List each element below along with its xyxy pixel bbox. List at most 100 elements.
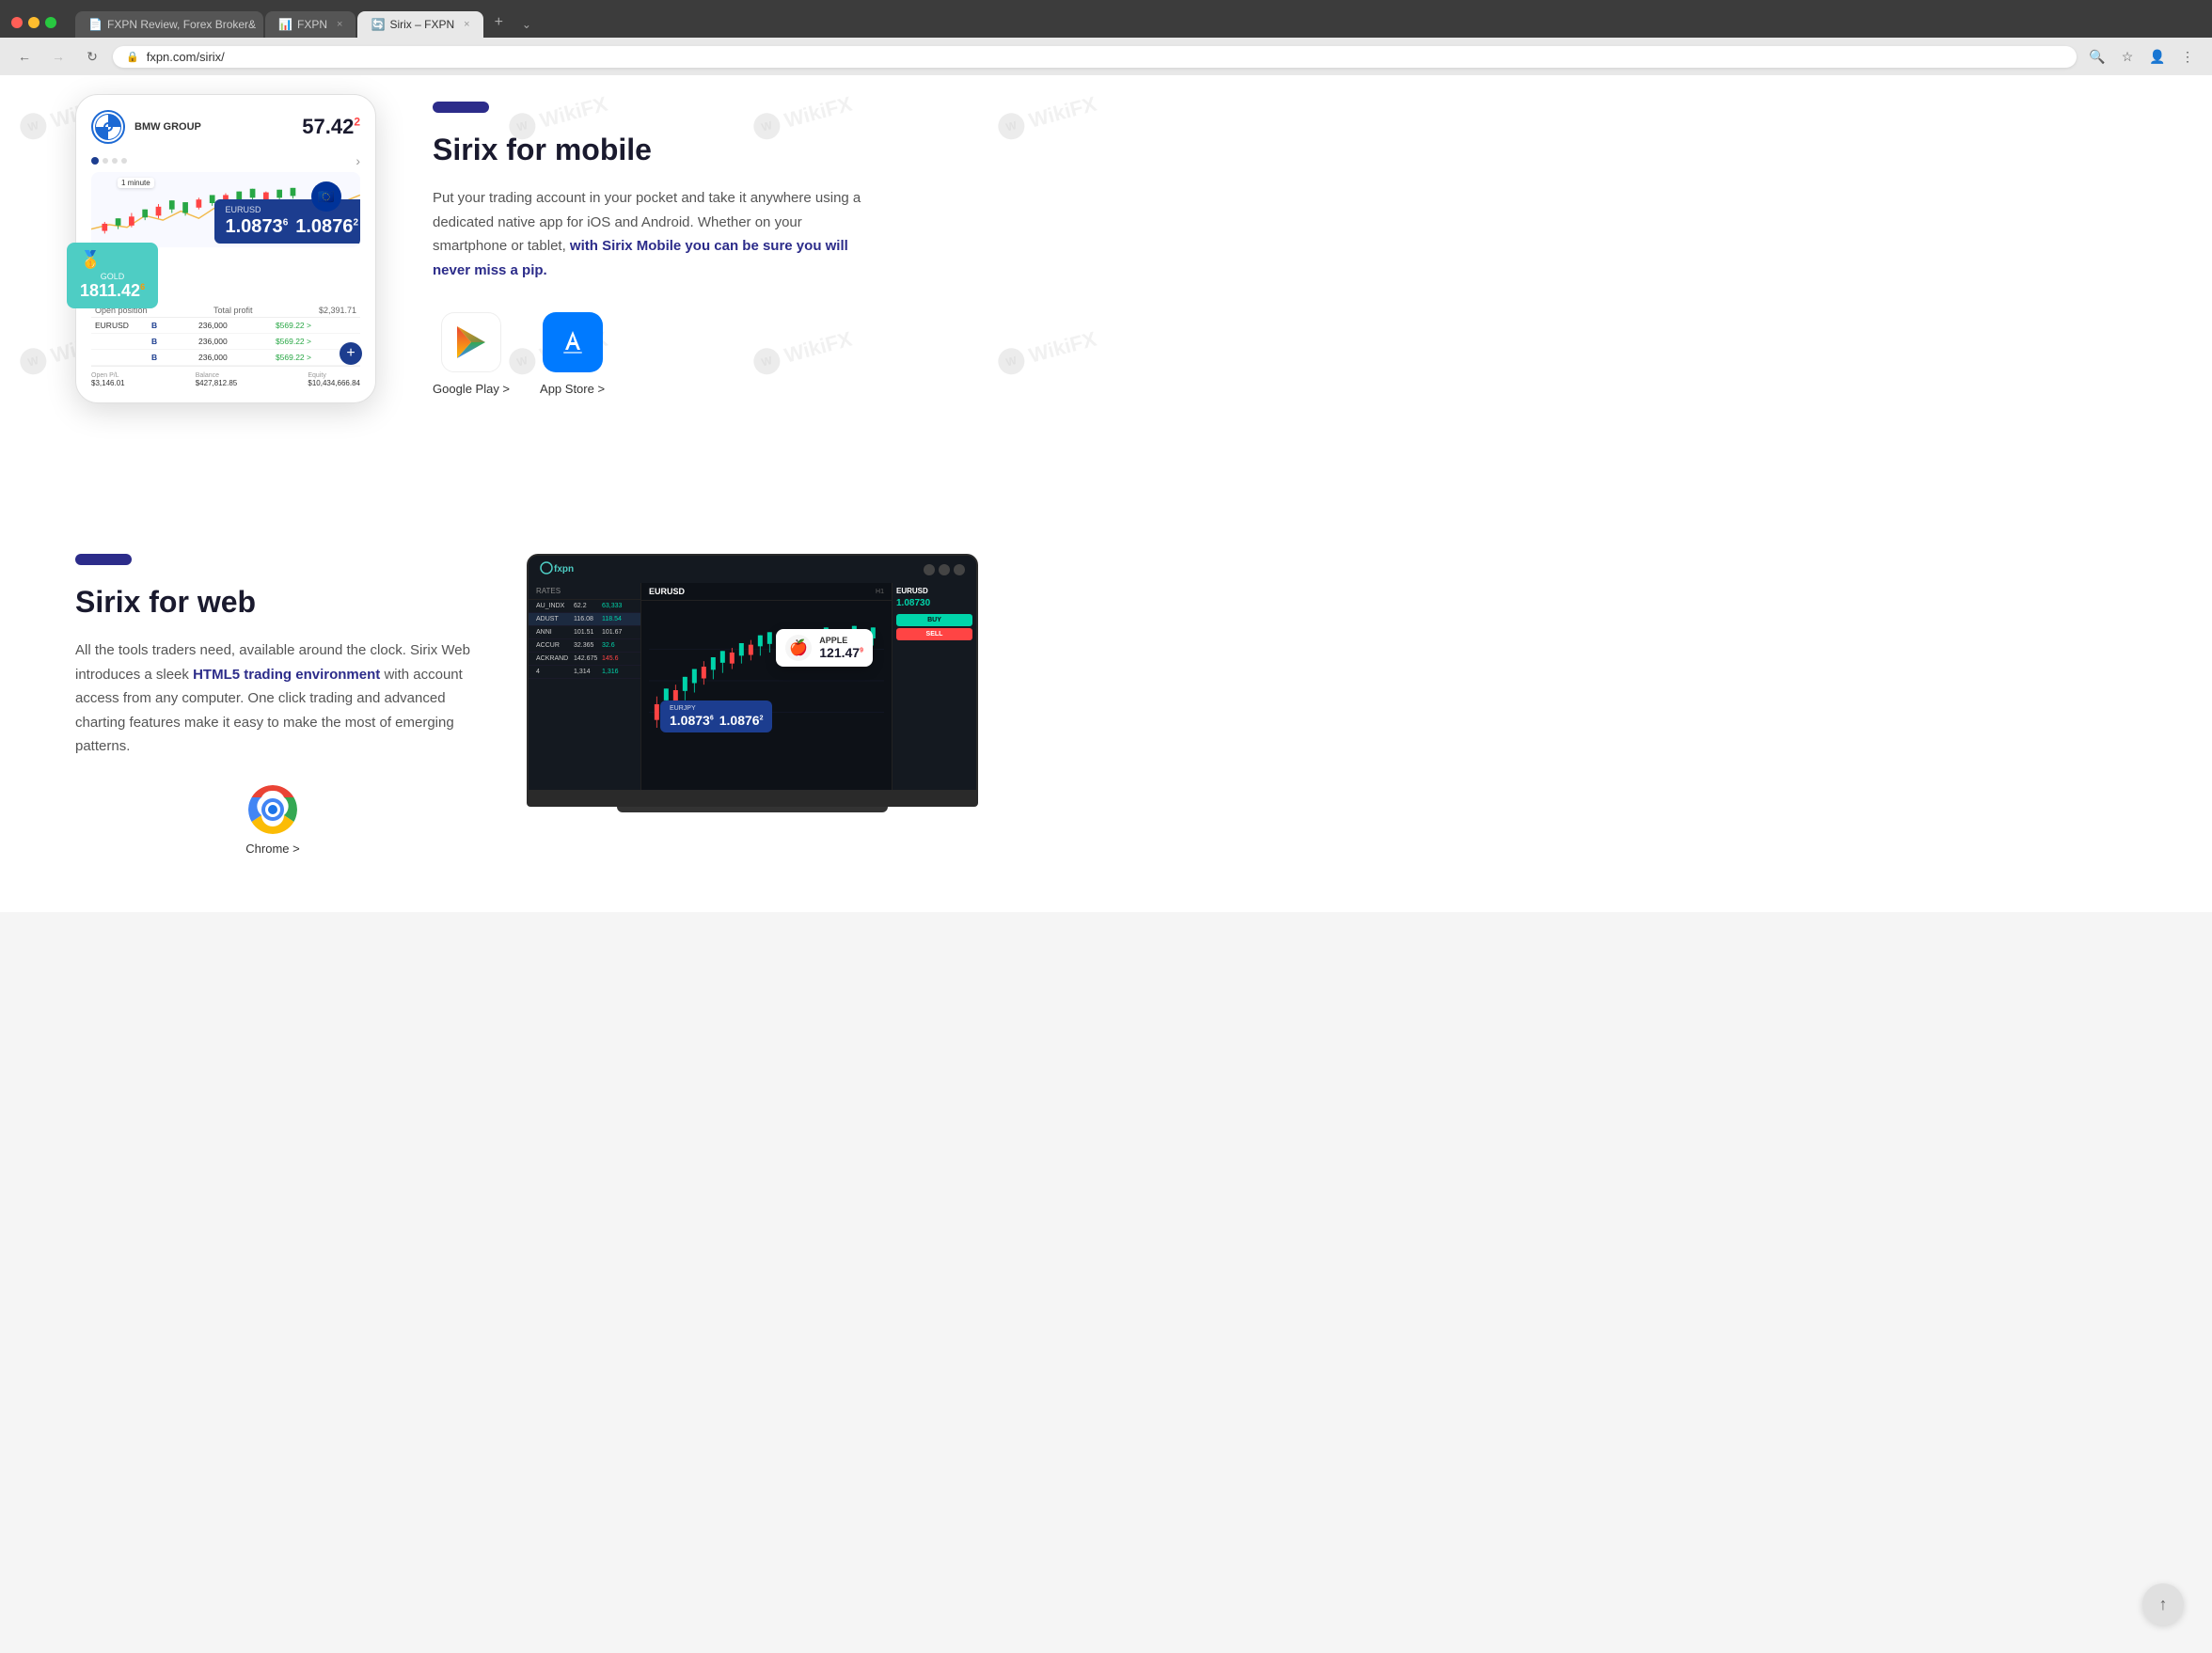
eurusd-badge: EURUSD 1.08736 1.08762 xyxy=(214,199,361,244)
company-name: BMW GROUP xyxy=(134,121,201,133)
eurusd-pair-label: EURUSD xyxy=(226,205,359,214)
balance-stat: Balance $427,812.85 xyxy=(196,372,238,387)
tab-title-3: Sirix – FXPN xyxy=(389,18,454,31)
laptop-body: RATES AU_INDX 62.2 63,333 ADUST 116.08 1… xyxy=(529,583,976,790)
chart-area: 1 minute 🇪🇺 xyxy=(91,172,360,247)
apple-logo: 🍎 xyxy=(785,635,812,661)
list-item: ANNI 101.51 101.67 xyxy=(529,626,640,639)
web-info: Sirix for web All the tools traders need… xyxy=(75,554,470,856)
lock-icon: 🔒 xyxy=(126,51,139,63)
apple-info: APPLE 121.479 xyxy=(819,636,863,660)
bmw-logo xyxy=(91,110,125,144)
trade-panel: EURUSD 1.08730 BUY SELL xyxy=(892,583,976,790)
sell-button[interactable]: SELL xyxy=(896,628,972,640)
laptop-candles-area: 🍎 APPLE 121.479 EURJPY xyxy=(641,601,892,761)
table-row: B 236,000 $569.22 > xyxy=(91,350,360,366)
close-window-btn[interactable] xyxy=(11,17,23,28)
chrome-icon xyxy=(248,785,297,834)
window-controls xyxy=(11,17,56,28)
search-button[interactable]: 🔍 xyxy=(2084,43,2110,70)
laptop-topbar: fxpn xyxy=(529,556,976,583)
app-store-icon xyxy=(543,312,603,372)
browser-toolbar: ← → ↻ 🔒 fxpn.com/sirix/ 🔍 ☆ 👤 ⋮ xyxy=(0,38,2212,75)
tab-close-2[interactable]: × xyxy=(337,19,342,30)
mobile-info: Sirix for mobile Put your trading accoun… xyxy=(433,102,2137,396)
app-store-label: App Store > xyxy=(540,382,605,396)
google-play-icon xyxy=(441,312,501,372)
section-pill-web xyxy=(75,554,132,565)
section-divider xyxy=(0,460,2212,516)
tab-sirix-fxpn[interactable]: 🔄 Sirix – FXPN × xyxy=(357,11,482,38)
tabs-bar: 📄 FXPN Review, Forex Broker& × 📊 FXPN × … xyxy=(75,8,539,38)
laptop-ctrl-2 xyxy=(939,564,950,575)
html5-link[interactable]: HTML5 trading environment xyxy=(193,667,380,683)
maximize-window-btn[interactable] xyxy=(45,17,56,28)
scroll-to-top-button[interactable]: ↑ xyxy=(2142,1583,2184,1625)
tab-fxpn[interactable]: 📊 FXPN × xyxy=(265,11,356,38)
equity-stat: Equity $10,434,666.84 xyxy=(308,372,360,387)
address-bar[interactable]: 🔒 fxpn.com/sirix/ xyxy=(113,46,2077,68)
eurjpy-prices: 1.08736 1.08762 xyxy=(670,713,763,728)
new-tab-button[interactable]: + xyxy=(485,8,513,38)
eurjpy-badge: EURJPY 1.08736 1.08762 xyxy=(660,701,772,732)
store-buttons: Google Play > App Store > xyxy=(433,312,2137,396)
open-pl-stat: Open P/L $3,146.01 xyxy=(91,372,125,387)
laptop-base xyxy=(527,792,978,807)
laptop-screen: fxpn RATES xyxy=(527,554,978,792)
list-item: AU_INDX 62.2 63,333 xyxy=(529,600,640,613)
more-button[interactable]: ⋮ xyxy=(2174,43,2201,70)
rates-panel: RATES AU_INDX 62.2 63,333 ADUST 116.08 1… xyxy=(529,583,641,790)
table-row: EURUSD B 236,000 $569.22 > xyxy=(91,318,360,334)
positions-table: Open position Total profit $2,391.71 EUR… xyxy=(91,304,360,366)
url-text: fxpn.com/sirix/ xyxy=(147,50,2063,64)
list-item: 4 1,314 1,316 xyxy=(529,666,640,679)
bookmark-button[interactable]: ☆ xyxy=(2114,43,2141,70)
tab-favicon-3: 🔄 xyxy=(371,18,384,31)
tab-overflow-button[interactable]: ⌄ xyxy=(514,11,539,38)
eu-flag-icon: 🇪🇺 xyxy=(311,181,341,212)
gold-label: GOLD xyxy=(80,272,145,281)
laptop-chart-header: EURUSD H1 xyxy=(641,583,892,601)
list-item: ADUST 116.08 118.54 xyxy=(529,613,640,626)
table-row: B 236,000 $569.22 > xyxy=(91,334,360,350)
buy-button[interactable]: BUY xyxy=(896,614,972,626)
list-item: ACCUR 32.365 32.6 xyxy=(529,639,640,653)
reload-button[interactable]: ↻ xyxy=(79,43,105,70)
tab-title-1: FXPN Review, Forex Broker& xyxy=(107,18,256,31)
google-play-button[interactable]: Google Play > xyxy=(433,312,510,396)
browser-chrome: 📄 FXPN Review, Forex Broker& × 📊 FXPN × … xyxy=(0,0,2212,75)
forward-button[interactable]: → xyxy=(45,43,71,70)
laptop-chart: EURUSD H1 xyxy=(641,583,892,790)
section-pill-mobile xyxy=(433,102,489,113)
positions-bottom: Open P/L $3,146.01 Balance $427,812.85 E… xyxy=(91,366,360,387)
phone-mockup: BMW GROUP 57.422 › 1 minute 🇪🇺 xyxy=(75,94,376,403)
tab-favicon-2: 📊 xyxy=(278,18,292,31)
laptop-ctrl-3 xyxy=(954,564,965,575)
mobile-section-desc: Put your trading account in your pocket … xyxy=(433,186,865,282)
gold-price: 1811.426 xyxy=(80,281,145,301)
laptop-window-controls xyxy=(924,564,965,575)
section-web: Sirix for web All the tools traders need… xyxy=(0,516,2212,912)
tab-favicon-1: 📄 xyxy=(88,18,102,31)
chrome-button[interactable]: Chrome > xyxy=(75,785,470,856)
gold-badge: 🥇 GOLD 1811.426 xyxy=(67,243,158,308)
web-section-title: Sirix for web xyxy=(75,585,470,620)
user-button[interactable]: 👤 xyxy=(2144,43,2171,70)
rates-header: RATES xyxy=(529,583,640,600)
phone-header: BMW GROUP 57.422 xyxy=(91,110,360,144)
tab-close-3[interactable]: × xyxy=(464,19,469,30)
laptop-stand xyxy=(617,807,888,812)
section-mobile: BMW GROUP 57.422 › 1 minute 🇪🇺 xyxy=(0,75,2212,460)
back-button[interactable]: ← xyxy=(11,43,38,70)
toolbar-actions: 🔍 ☆ 👤 ⋮ xyxy=(2084,43,2201,70)
app-store-button[interactable]: App Store > xyxy=(540,312,605,396)
eurusd-prices: 1.08736 1.08762 xyxy=(226,216,359,238)
minimize-window-btn[interactable] xyxy=(28,17,40,28)
chrome-label: Chrome > xyxy=(245,842,299,856)
add-position-button[interactable]: + xyxy=(340,342,362,365)
web-section-desc: All the tools traders need, available ar… xyxy=(75,638,470,759)
laptop-logo: fxpn xyxy=(540,561,587,577)
google-play-label: Google Play > xyxy=(433,382,510,396)
tab-fxpn-review[interactable]: 📄 FXPN Review, Forex Broker& × xyxy=(75,11,263,38)
list-item: ACKRAND 142.675 145.6 xyxy=(529,653,640,666)
